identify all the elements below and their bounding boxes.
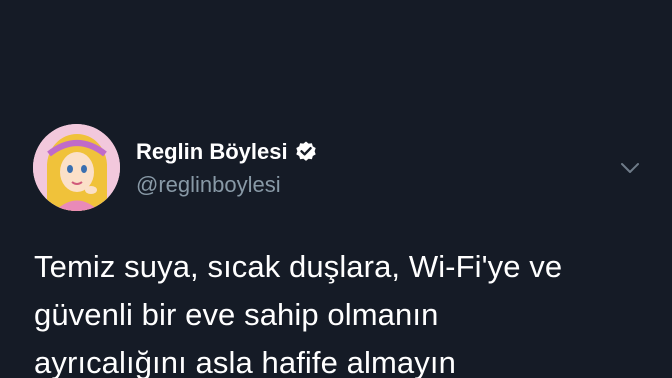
avatar[interactable]: [33, 124, 120, 211]
chevron-down-icon[interactable]: [617, 155, 643, 181]
verified-badge-icon: [295, 141, 316, 161]
display-name-row[interactable]: Reglin Böylesi: [136, 138, 318, 166]
user-handle[interactable]: @reglinboylesi: [136, 171, 281, 199]
tweet-text: Temiz suya, sıcak duşlara, Wi-Fi'ye ve g…: [34, 249, 563, 378]
display-name[interactable]: Reglin Böylesi: [136, 138, 288, 166]
avatar-image: [33, 124, 120, 211]
tweet-card: Reglin Böylesi @reglinboylesi Temiz suya…: [0, 0, 672, 378]
